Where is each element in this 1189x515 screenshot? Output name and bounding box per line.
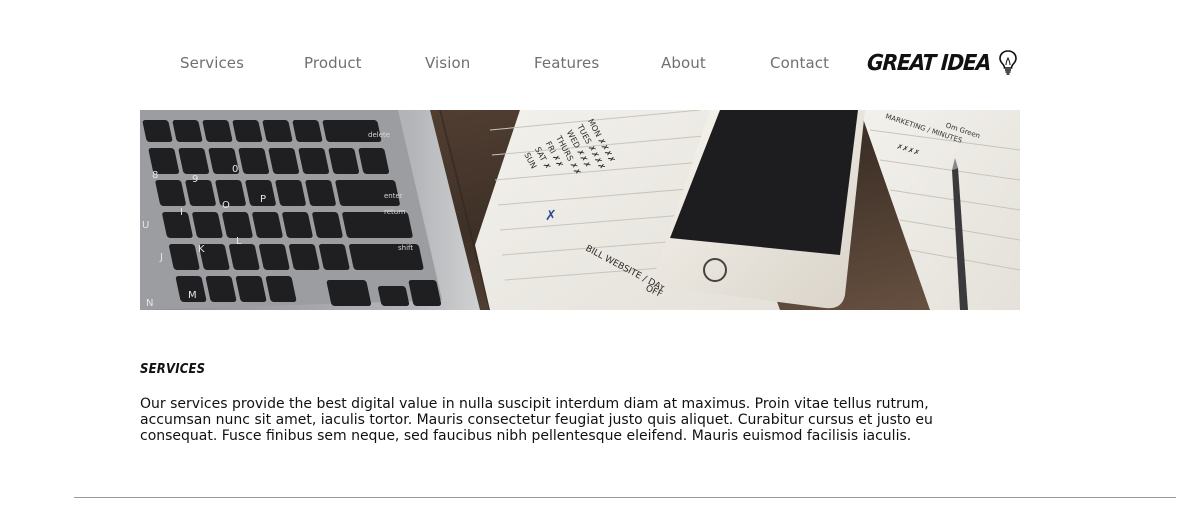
svg-text:U: U bbox=[142, 220, 149, 231]
svg-text:J: J bbox=[159, 252, 163, 263]
svg-text:P: P bbox=[260, 194, 266, 205]
main-navigation: Services Product Vision Features About C… bbox=[0, 44, 1189, 84]
svg-text:M: M bbox=[188, 290, 197, 301]
logo-text: GREAT IDEA bbox=[866, 50, 992, 76]
footer-divider bbox=[74, 497, 1176, 498]
nav-link-services[interactable]: Services bbox=[180, 54, 244, 72]
nav-link-product[interactable]: Product bbox=[304, 54, 362, 72]
nav-link-vision[interactable]: Vision bbox=[425, 54, 470, 72]
svg-text:L: L bbox=[236, 236, 242, 247]
svg-text:0: 0 bbox=[232, 164, 238, 175]
key-delete-label: delete bbox=[368, 131, 390, 139]
nav-link-features[interactable]: Features bbox=[534, 54, 599, 72]
laptop: delete enter return shift 8 9 0 O P I U … bbox=[140, 110, 480, 310]
hero-photo: MON ✗✗✗✗ TUES ✗✗✗✗ WED ✗✗✗ THURS ✗✗ FRI … bbox=[140, 110, 1020, 310]
key-enter-label: enter bbox=[384, 192, 403, 200]
svg-text:N: N bbox=[146, 298, 153, 309]
nav-link-about[interactable]: About bbox=[661, 54, 706, 72]
svg-text:8: 8 bbox=[152, 170, 158, 181]
nav-link-contact[interactable]: Contact bbox=[770, 54, 829, 72]
services-description: Our services provide the best digital va… bbox=[140, 396, 933, 444]
lightbulb-icon bbox=[999, 50, 1017, 75]
hero-image: MON ✗✗✗✗ TUES ✗✗✗✗ WED ✗✗✗ THURS ✗✗ FRI … bbox=[140, 110, 1020, 310]
svg-text:O: O bbox=[222, 200, 230, 211]
svg-text:K: K bbox=[198, 244, 205, 255]
key-return-label: return bbox=[384, 208, 405, 216]
site-logo[interactable]: GREAT IDEA bbox=[866, 47, 1019, 79]
svg-text:✗: ✗ bbox=[545, 208, 557, 224]
svg-text:9: 9 bbox=[192, 174, 198, 185]
services-heading: SERVICES bbox=[140, 362, 206, 377]
svg-text:I: I bbox=[180, 207, 183, 218]
key-shift-label: shift bbox=[398, 244, 413, 252]
page: Services Product Vision Features About C… bbox=[0, 0, 1189, 515]
